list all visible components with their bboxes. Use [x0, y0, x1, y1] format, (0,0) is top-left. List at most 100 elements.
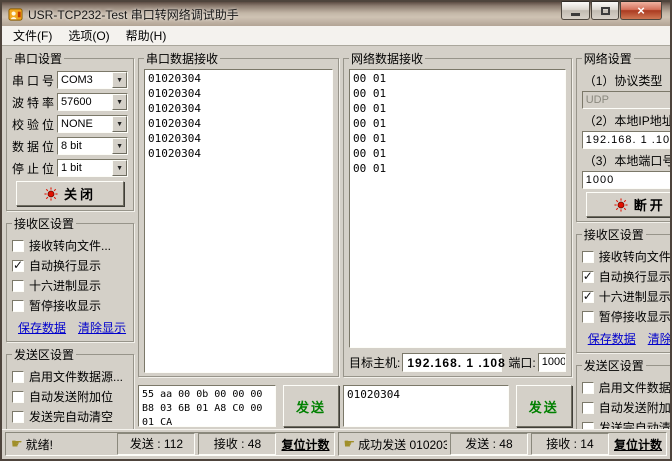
- checkbox-row[interactable]: 发送完自动清空: [12, 408, 128, 425]
- network-column: 网络数据接收 00 01 00 01 00 01 00 01 00 01 00 …: [343, 50, 572, 427]
- send-settings-left-title: 发送区设置: [12, 346, 76, 363]
- serial-setting-combo[interactable]: 1 bit ▼: [57, 159, 128, 177]
- close-icon: ×: [637, 3, 645, 18]
- target-host-input[interactable]: 192.168. 1 .108: [402, 353, 502, 372]
- serial-close-button[interactable]: 关闭: [16, 181, 124, 206]
- serial-send-row: 55 aa 00 0b 00 00 00 B8 03 6B 01 A8 C0 0…: [138, 385, 339, 427]
- checkbox-row[interactable]: 启用文件数据源...: [12, 368, 128, 385]
- reset-count-link[interactable]: 复位计数: [279, 436, 331, 453]
- close-button[interactable]: ×: [620, 1, 662, 20]
- local-ip-input[interactable]: 192.168. 1 .107: [582, 131, 670, 149]
- serial-setting-row: 波特率 57600 ▼: [12, 93, 128, 111]
- checkbox[interactable]: [582, 382, 594, 394]
- menu-item[interactable]: 文件(F): [5, 25, 60, 46]
- clear-display-link[interactable]: 清除显示: [78, 319, 126, 336]
- serial-settings-group: 串口设置 串口号 COM3 ▼ 波特率: [6, 50, 134, 211]
- serial-setting-label: 串口号: [12, 72, 54, 89]
- serial-column: 串口数据接收 01020304 01020304 01020304 010203…: [138, 50, 339, 427]
- network-receive-box[interactable]: 00 01 00 01 00 01 00 01 00 01 00 01 00 0…: [349, 69, 566, 348]
- pointing-hand-icon: ☛: [11, 436, 23, 452]
- protocol-combo[interactable]: UDP ▼: [582, 91, 670, 109]
- checkbox-row[interactable]: 暂停接收显示: [12, 297, 128, 314]
- checkbox[interactable]: [12, 280, 24, 292]
- send-settings-right-title: 发送区设置: [582, 357, 646, 374]
- target-host-row: 目标主机: 192.168. 1 .108 端口: 1000: [349, 351, 566, 373]
- checkbox-row[interactable]: 自动换行显示: [582, 268, 670, 285]
- maximize-icon: [601, 7, 610, 15]
- recv-settings-left-title: 接收区设置: [12, 215, 76, 232]
- checkbox[interactable]: [12, 371, 24, 383]
- network-send-input[interactable]: 01020304: [343, 385, 509, 427]
- checkbox-row[interactable]: 启用文件数据源...: [582, 379, 670, 396]
- checkbox[interactable]: [12, 240, 24, 252]
- received-count: 接收 : 14: [531, 433, 609, 455]
- serial-setting-label: 校验位: [12, 116, 54, 133]
- serial-send-input[interactable]: 55 aa 00 0b 00 00 00 B8 03 6B 01 A8 C0 0…: [138, 385, 276, 427]
- network-receive-group: 网络数据接收 00 01 00 01 00 01 00 01 00 01 00 …: [343, 50, 572, 377]
- status-message: 就绪!: [26, 436, 115, 453]
- checkbox-label: 自动换行显示: [29, 257, 101, 274]
- checkbox-label: 接收转向文件...: [599, 248, 670, 265]
- checkbox-row[interactable]: 暂停接收显示: [582, 308, 670, 325]
- maximize-button[interactable]: [591, 1, 619, 20]
- checkbox[interactable]: [582, 251, 594, 263]
- checkbox[interactable]: [582, 311, 594, 323]
- checkbox-row[interactable]: 发送完自动清空: [582, 419, 670, 429]
- checkbox-row[interactable]: 接收转向文件...: [582, 248, 670, 265]
- combo-value: NONE: [58, 116, 112, 132]
- checkbox-row[interactable]: 自动换行显示: [12, 257, 128, 274]
- serial-setting-row: 停止位 1 bit ▼: [12, 159, 128, 177]
- serial-send-button[interactable]: 发送: [283, 385, 339, 427]
- menu-item[interactable]: 帮助(H): [118, 25, 175, 46]
- network-send-button[interactable]: 发送: [516, 385, 572, 427]
- local-ip-label: （2）本地IP地址: [584, 112, 670, 129]
- serial-receive-box[interactable]: 01020304 01020304 01020304 01020304 0102…: [144, 69, 333, 373]
- save-data-link[interactable]: 保存数据: [588, 330, 636, 347]
- checkbox[interactable]: [12, 260, 24, 272]
- recv-settings-right-title: 接收区设置: [582, 226, 646, 243]
- client-area: 串口设置 串口号 COM3 ▼ 波特率: [2, 46, 670, 429]
- clear-display-link[interactable]: 清除显示: [648, 330, 670, 347]
- save-data-link[interactable]: 保存数据: [18, 319, 66, 336]
- caption-buttons: ×: [560, 1, 662, 20]
- checkbox[interactable]: [582, 422, 594, 430]
- combo-value: 8 bit: [58, 138, 112, 154]
- serial-setting-combo[interactable]: COM3 ▼: [57, 71, 128, 89]
- serial-setting-row: 串口号 COM3 ▼: [12, 71, 128, 89]
- checkbox-row[interactable]: 自动发送附加位: [582, 399, 670, 416]
- checkbox-row[interactable]: 接收转向文件...: [12, 237, 128, 254]
- local-port-input[interactable]: 1000: [582, 171, 670, 189]
- checkbox[interactable]: [12, 411, 24, 423]
- checkbox-row[interactable]: 十六进制显示: [12, 277, 128, 294]
- checkbox[interactable]: [582, 271, 594, 283]
- checkbox[interactable]: [582, 291, 594, 303]
- app-window: USR-TCP232-Test 串口转网络调试助手 × 文件(F)选项(O)帮助…: [0, 0, 672, 461]
- checkbox-label: 自动发送附加位: [29, 388, 113, 405]
- title-bar[interactable]: USR-TCP232-Test 串口转网络调试助手 ×: [2, 2, 670, 26]
- network-disconnect-button[interactable]: 断开: [586, 192, 670, 217]
- menu-item[interactable]: 选项(O): [60, 25, 117, 46]
- checkbox-row[interactable]: 十六进制显示: [582, 288, 670, 305]
- checkbox-label: 十六进制显示: [599, 288, 670, 305]
- status-message: 成功发送 01020304: [358, 436, 447, 453]
- minimize-button[interactable]: [561, 1, 590, 20]
- serial-setting-combo[interactable]: NONE ▼: [57, 115, 128, 133]
- target-port-input[interactable]: 1000: [538, 353, 566, 372]
- send-settings-right-group: 发送区设置 启用文件数据源... 自动发送附加位: [576, 357, 670, 429]
- checkbox-label: 启用文件数据源...: [599, 379, 670, 396]
- recv-settings-left-group: 接收区设置 接收转向文件... 自动换行显示: [6, 215, 134, 342]
- serial-receive-group: 串口数据接收 01020304 01020304 01020304 010203…: [138, 50, 339, 377]
- checkbox[interactable]: [12, 300, 24, 312]
- reset-count-link[interactable]: 复位计数: [612, 436, 664, 453]
- checkbox-row[interactable]: 自动发送附加位: [12, 388, 128, 405]
- checkbox-label: 启用文件数据源...: [29, 368, 123, 385]
- checkbox-label: 接收转向文件...: [29, 237, 111, 254]
- red-led-icon: [614, 198, 628, 212]
- serial-setting-combo[interactable]: 8 bit ▼: [57, 137, 128, 155]
- serial-setting-combo[interactable]: 57600 ▼: [57, 93, 128, 111]
- combo-value: 1 bit: [58, 160, 112, 176]
- recv-left-links: 保存数据 清除显示: [18, 319, 128, 336]
- send-settings-left-group: 发送区设置 启用文件数据源... 自动发送附加位: [6, 346, 134, 429]
- checkbox[interactable]: [582, 402, 594, 414]
- checkbox[interactable]: [12, 391, 24, 403]
